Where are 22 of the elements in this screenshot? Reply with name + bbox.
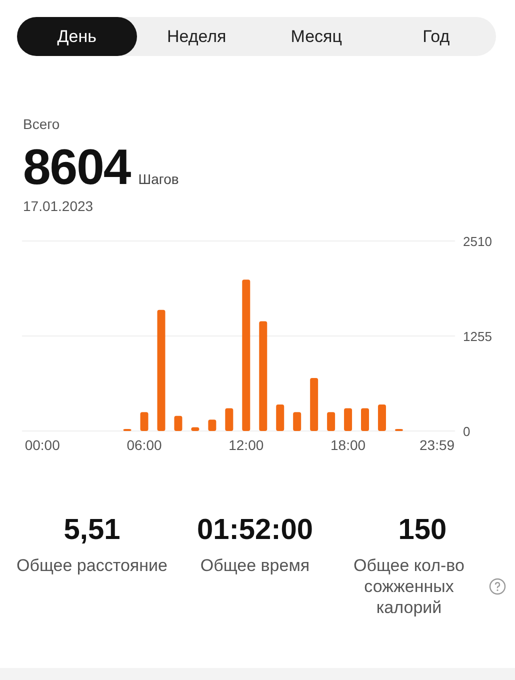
y-axis-label: 2510 xyxy=(463,234,492,249)
date-text: 17.01.2023 xyxy=(23,198,94,214)
period-tab[interactable]: Неделя xyxy=(136,17,256,56)
x-axis-label: 06:00 xyxy=(126,437,162,453)
y-axis-label: 1255 xyxy=(463,329,492,344)
x-axis-label: 12:00 xyxy=(228,437,264,453)
x-axis-label: 18:00 xyxy=(330,437,366,453)
period-tab[interactable]: Месяц xyxy=(256,17,376,56)
total-label: Всего xyxy=(23,116,61,132)
stat-label: Общее время xyxy=(200,555,310,576)
stat-value: 5,51 xyxy=(64,514,120,547)
x-axis-label: 00:00 xyxy=(24,437,60,453)
x-axis-label: 23:59 xyxy=(420,437,455,453)
stat-value: 150 xyxy=(398,514,447,547)
step-unit: Шагов xyxy=(138,171,179,187)
y-axis-label: 0 xyxy=(463,424,470,439)
stat-label: Общее кол-во сожженных калорий xyxy=(352,555,466,618)
step-count: 8604 xyxy=(23,138,130,196)
period-tab[interactable]: Год xyxy=(376,17,496,56)
stat-label: Общее расстояние xyxy=(16,555,168,576)
period-tab[interactable]: День xyxy=(17,17,137,56)
stat-value: 01:52:00 xyxy=(196,514,314,547)
